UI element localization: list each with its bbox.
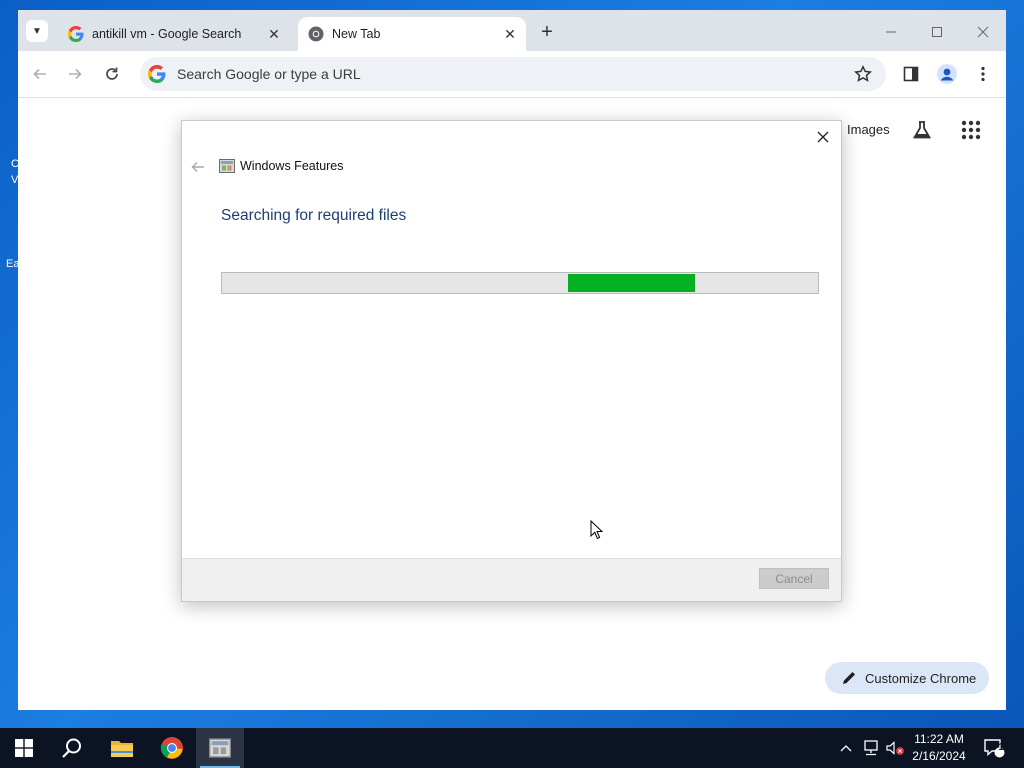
profile-button[interactable] [936, 63, 958, 85]
arrow-left-icon [191, 162, 204, 172]
maximize-button[interactable] [927, 22, 947, 42]
dialog-heading: Searching for required files [221, 207, 407, 224]
taskbar-windows-features[interactable] [196, 728, 244, 768]
apps-grid-icon [961, 120, 981, 140]
tab-new-tab[interactable]: New Tab ✕ [298, 17, 526, 51]
dialog-close-button[interactable] [813, 127, 833, 147]
chrome-menu-button[interactable] [972, 63, 994, 85]
avatar-icon [937, 64, 957, 84]
side-panel-button[interactable] [900, 63, 922, 85]
close-window-button[interactable] [973, 22, 993, 42]
taskbar-clock[interactable]: 11:22 AM 2/16/2024 [905, 731, 973, 765]
tab-search-button[interactable]: ▼ [26, 20, 48, 42]
arrow-right-icon [69, 68, 82, 80]
chrome-icon [308, 26, 324, 42]
forward-button[interactable] [64, 63, 86, 85]
taskbar: 11:22 AM 2/16/2024 1 [0, 728, 1024, 768]
chevron-up-icon [840, 745, 852, 752]
windows-features-dialog: Windows Features Searching for required … [181, 120, 842, 602]
arrow-left-icon [33, 68, 46, 80]
images-link[interactable]: Images [847, 122, 890, 137]
reload-icon [106, 67, 118, 80]
start-button[interactable] [0, 728, 48, 768]
flask-icon [912, 121, 932, 139]
pencil-icon [843, 672, 855, 684]
dialog-footer: Cancel [182, 558, 841, 601]
tab-strip: ▼ antikill vm - Google Search ✕ New Tab … [18, 10, 1006, 51]
side-panel-icon [903, 66, 919, 82]
taskbar-file-explorer[interactable] [98, 728, 146, 768]
dialog-back-button[interactable] [190, 159, 206, 175]
google-g-icon [68, 26, 84, 42]
windows-features-icon [209, 738, 231, 758]
close-icon [817, 131, 829, 143]
notification-count: 1 [998, 742, 1004, 753]
tab-title: antikill vm - Google Search [92, 27, 242, 41]
labs-button[interactable] [911, 119, 933, 141]
file-explorer-icon [111, 741, 133, 757]
minimize-button[interactable] [881, 22, 901, 42]
omnibox[interactable] [140, 57, 886, 91]
progress-bar [221, 272, 819, 294]
clock-date: 2/16/2024 [912, 749, 966, 763]
volume-status[interactable] [884, 728, 906, 768]
volume-muted-icon [886, 741, 904, 755]
minimize-icon [886, 31, 896, 33]
google-apps-button[interactable] [961, 120, 981, 140]
chrome-icon [160, 737, 183, 759]
mouse-cursor-icon [590, 520, 604, 540]
new-tab-button[interactable]: + [536, 21, 558, 43]
close-tab-icon[interactable]: ✕ [266, 26, 282, 42]
network-status[interactable] [861, 728, 881, 768]
network-icon [864, 740, 878, 756]
maximize-icon [932, 27, 942, 37]
browser-toolbar [18, 51, 1006, 98]
taskbar-chrome[interactable] [148, 728, 196, 768]
tab-google-search[interactable]: antikill vm - Google Search ✕ [58, 17, 290, 51]
dialog-title: Windows Features [240, 159, 344, 173]
windows-features-icon [219, 159, 235, 173]
close-tab-icon[interactable]: ✕ [502, 26, 518, 42]
clock-time: 11:22 AM [914, 732, 964, 746]
plus-icon: + [541, 20, 553, 43]
taskbar-search-button[interactable] [48, 728, 96, 768]
kebab-menu-icon [981, 66, 985, 82]
google-g-icon [148, 65, 166, 83]
customize-chrome-button[interactable]: Customize Chrome [825, 662, 989, 694]
show-hidden-icons-button[interactable] [838, 728, 854, 768]
tab-title: New Tab [332, 27, 381, 41]
chevron-down-icon: ▼ [32, 25, 42, 37]
start-icon [15, 739, 33, 757]
progress-marquee-chunk [568, 274, 695, 292]
star-icon [854, 65, 872, 82]
reload-button[interactable] [101, 63, 123, 85]
address-input[interactable] [175, 65, 852, 83]
search-icon [62, 738, 81, 758]
close-icon [977, 26, 989, 38]
cancel-button[interactable]: Cancel [759, 568, 829, 589]
action-center-button[interactable]: 1 [980, 728, 1008, 768]
bookmark-star-button[interactable] [852, 63, 874, 85]
customize-chrome-label: Customize Chrome [865, 670, 977, 686]
back-button[interactable] [29, 63, 51, 85]
